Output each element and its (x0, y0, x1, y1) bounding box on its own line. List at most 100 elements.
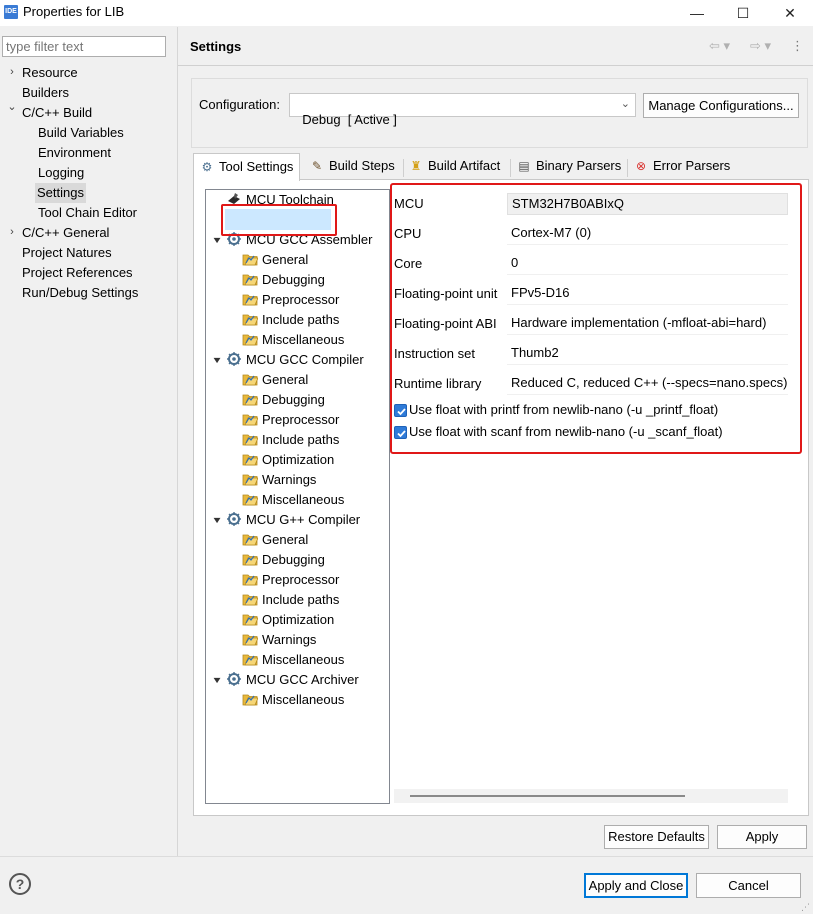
binary-parsers-icon: ▤ (518, 159, 530, 173)
tree-item[interactable]: Include paths (242, 430, 339, 450)
tree-item[interactable]: Miscellaneous (242, 330, 344, 350)
ide-app-icon: IDE (4, 5, 18, 19)
chevron-down-icon[interactable]: ▼ (211, 355, 224, 365)
folder-icon (242, 652, 259, 666)
folder-icon (242, 492, 259, 506)
nav-item-environment[interactable]: Environment (38, 143, 111, 163)
nav-item-builders[interactable]: Builders (22, 83, 69, 103)
apply-button[interactable]: Apply (717, 825, 807, 849)
tree-item[interactable]: Debugging (242, 270, 325, 290)
forward-nav-icon[interactable]: ⇨ ▾ (750, 38, 771, 54)
resize-grip-icon[interactable]: ⋰ (801, 902, 810, 913)
folder-icon (242, 312, 259, 326)
tree-item[interactable]: Debugging (242, 390, 325, 410)
tree-item[interactable]: Preprocessor (242, 290, 339, 310)
folder-icon (242, 272, 259, 286)
chevron-right-icon[interactable]: › (6, 66, 18, 78)
nav-item-resource[interactable]: Resource (22, 63, 78, 83)
nav-item-build-variables[interactable]: Build Variables (38, 123, 124, 143)
tab-label: Binary Parsers (536, 158, 622, 173)
tree-item-label: Miscellaneous (262, 492, 345, 507)
tree-item-label: Debugging (262, 392, 325, 407)
tree-item[interactable]: Warnings (242, 470, 316, 490)
back-nav-icon[interactable]: ⇦ ▾ (709, 38, 730, 54)
tree-group-3[interactable]: MCU GCC Archiver (226, 670, 359, 690)
chevron-right-icon[interactable]: › (6, 226, 18, 238)
tree-item[interactable]: Optimization (242, 450, 334, 470)
pane-divider[interactable] (177, 27, 178, 856)
configuration-select[interactable]: Debug [ Active ] ⌄ (289, 93, 636, 127)
tab-build-steps[interactable]: ✎ Build Steps (304, 155, 401, 179)
nav-item-project-natures[interactable]: Project Natures (22, 243, 112, 263)
tab-label: Build Steps (329, 158, 395, 173)
configuration-label: Configuration: (199, 97, 280, 112)
apply-and-close-button[interactable]: Apply and Close (584, 873, 688, 898)
footer-separator (0, 856, 813, 857)
nav-item-cpp-build[interactable]: C/C++ Build (22, 103, 92, 123)
folder-icon (242, 332, 259, 346)
nav-item-cpp-general[interactable]: C/C++ General (22, 223, 109, 243)
tree-item-label: Debugging (262, 272, 325, 287)
nav-item-project-references[interactable]: Project References (22, 263, 133, 283)
tab-label: Tool Settings (219, 159, 294, 174)
tab-error-parsers[interactable]: ⊗ Error Parsers (628, 155, 736, 179)
tree-item-label: Optimization (262, 452, 335, 467)
tree-item-label: Preprocessor (262, 412, 340, 427)
nav-item-settings[interactable]: Settings (35, 183, 86, 203)
tree-item[interactable]: Miscellaneous (242, 490, 344, 510)
folder-icon (242, 472, 259, 486)
folder-icon (242, 592, 259, 606)
tree-item[interactable]: Preprocessor (242, 410, 339, 430)
tab-binary-parsers[interactable]: ▤ Binary Parsers (511, 155, 627, 179)
tree-item-label: Miscellaneous (262, 692, 345, 707)
tree-item-label: Debugging (262, 552, 325, 567)
gear-icon (226, 352, 242, 366)
nav-item-run-debug-settings[interactable]: Run/Debug Settings (22, 283, 138, 303)
restore-defaults-button[interactable]: Restore Defaults (604, 825, 709, 849)
tree-item-label: Optimization (262, 612, 335, 627)
scrollbar-thumb[interactable] (410, 795, 685, 797)
tree-item[interactable]: General (242, 250, 308, 270)
tree-item[interactable]: General (242, 530, 308, 550)
view-menu-icon[interactable]: ⋮ (791, 38, 804, 54)
tree-item[interactable]: General (242, 370, 308, 390)
folder-icon (242, 372, 259, 386)
tree-item[interactable]: Include paths (242, 310, 339, 330)
nav-item-logging[interactable]: Logging (38, 163, 84, 183)
tree-item[interactable]: Optimization (242, 610, 334, 630)
chevron-down-icon[interactable]: ▼ (211, 235, 224, 245)
chevron-down-icon[interactable]: ▼ (211, 515, 224, 525)
tab-label: Build Artifact (428, 158, 501, 173)
build-steps-icon: ✎ (311, 159, 323, 173)
maximize-icon[interactable]: ☐ (720, 0, 766, 26)
cancel-button[interactable]: Cancel (696, 873, 801, 898)
tab-build-artifact[interactable]: ♜ Build Artifact (403, 155, 506, 179)
manage-configurations-button[interactable]: Manage Configurations... (643, 93, 799, 118)
tree-item[interactable]: Preprocessor (242, 570, 339, 590)
gear-icon (226, 512, 242, 526)
filter-input[interactable] (2, 36, 166, 57)
properties-highlight (390, 183, 802, 454)
chevron-down-icon[interactable]: ▼ (211, 675, 224, 685)
chevron-down-icon[interactable]: ⌄ (6, 100, 18, 113)
tree-group-2[interactable]: MCU G++ Compiler (226, 510, 360, 530)
nav-item-tool-chain-editor[interactable]: Tool Chain Editor (38, 203, 137, 223)
folder-icon (242, 252, 259, 266)
build-artifact-icon: ♜ (410, 159, 422, 173)
tree-item-label: Miscellaneous (262, 652, 345, 667)
tree-item[interactable]: Include paths (242, 590, 339, 610)
close-icon[interactable]: ✕ (767, 0, 813, 26)
tree-item[interactable]: Miscellaneous (242, 690, 344, 710)
tree-item[interactable]: Debugging (242, 550, 325, 570)
tree-item[interactable]: Miscellaneous (242, 650, 344, 670)
tree-group-1[interactable]: MCU GCC Compiler (226, 350, 364, 370)
tree-item[interactable]: Warnings (242, 630, 316, 650)
tree-item-label: Preprocessor (262, 572, 340, 587)
folder-icon (242, 552, 259, 566)
minimize-icon[interactable]: — (674, 0, 720, 26)
folder-icon (242, 632, 259, 646)
tab-tool-settings[interactable]: ⚙ Tool Settings (193, 153, 301, 181)
header-separator (178, 65, 813, 66)
help-icon[interactable]: ? (9, 873, 31, 895)
mcu-settings-highlight (221, 204, 337, 236)
